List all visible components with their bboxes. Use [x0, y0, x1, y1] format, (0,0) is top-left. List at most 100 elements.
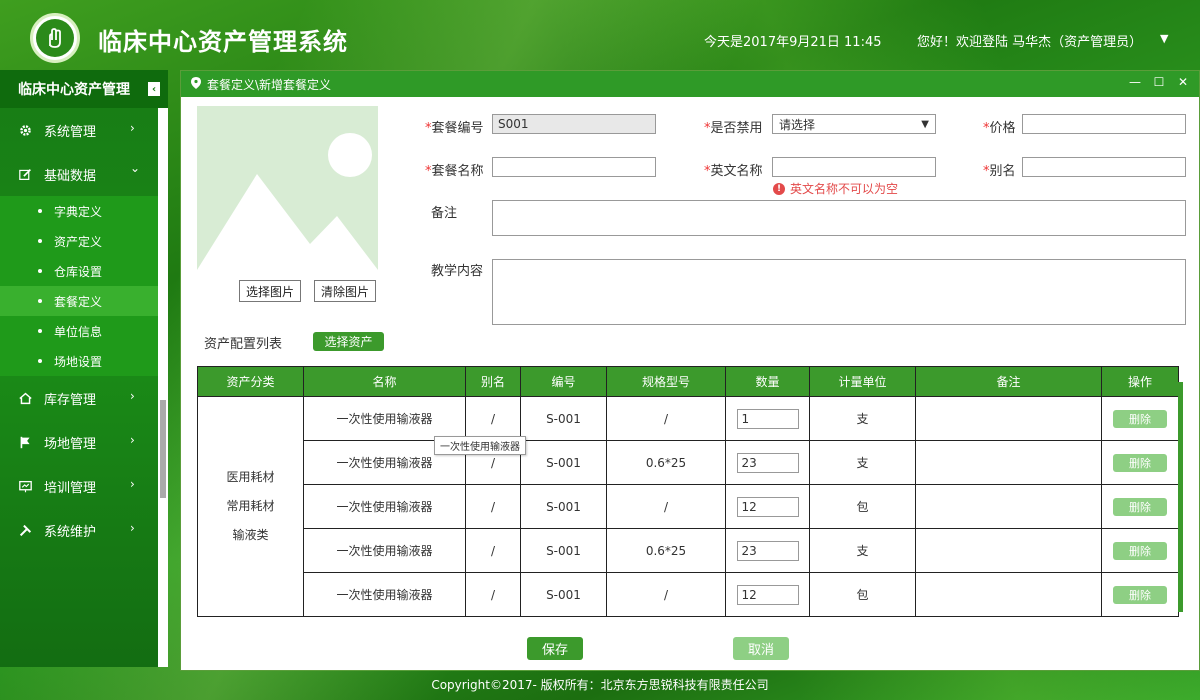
cell-name: 一次性使用输液器 — [303, 572, 466, 617]
quantity-input[interactable] — [736, 584, 799, 605]
disabled-status-select[interactable]: 请选择 ▼ — [772, 114, 936, 134]
cell-remark — [915, 484, 1102, 529]
col-header: 操作 — [1101, 366, 1179, 397]
clear-image-button[interactable]: 清除图片 — [314, 280, 377, 302]
base-data-submenu: 字典定义 资产定义 仓库设置 套餐定义 单位信息 场地设置 — [0, 196, 168, 376]
table-header-row: 资产分类 名称 别名 编号 规格型号 数量 计量单位 备注 操作 — [197, 366, 1179, 397]
cell-remark — [915, 440, 1102, 485]
cell-unit: 包 — [809, 484, 916, 529]
app-logo — [30, 13, 80, 63]
sidebar-item-venue-settings[interactable]: 场地设置 — [0, 346, 168, 376]
teaching-content-textarea[interactable] — [492, 259, 1186, 325]
top-header: 临床中心资产管理系统 今天是2017年9月21日 11:45 您好！欢迎登陆 马… — [0, 0, 1200, 70]
asset-config-label: 资产配置列表 — [204, 337, 283, 352]
asset-table-container: 资产分类 名称 别名 编号 规格型号 数量 计量单位 备注 操作 医用耗材 常用… — [197, 366, 1179, 617]
category-line: 医用耗材 — [226, 470, 275, 484]
delete-row-button[interactable]: 删除 — [1113, 409, 1167, 428]
cell-unit: 支 — [809, 440, 916, 485]
menu-item-base-data[interactable]: 基础数据 ⌄ — [0, 152, 168, 196]
chevron-right-icon: › — [130, 477, 135, 491]
image-placeholder — [197, 106, 378, 270]
cell-action: 删除 — [1101, 484, 1179, 529]
delete-row-button[interactable]: 删除 — [1113, 541, 1167, 560]
cell-alias: / — [465, 484, 521, 529]
user-menu-caret-icon[interactable]: ▼ — [1160, 32, 1168, 45]
presentation-icon — [18, 480, 32, 493]
cell-action: 删除 — [1101, 572, 1179, 617]
delete-row-button[interactable]: 删除 — [1113, 585, 1167, 604]
window-controls: — ☐ ✕ — [1129, 75, 1189, 89]
menu-item-training[interactable]: 培训管理 › — [0, 464, 168, 508]
cell-remark — [915, 528, 1102, 573]
sidebar-scrollbar[interactable] — [158, 108, 168, 667]
user-greeting[interactable]: 您好！欢迎登陆 马华杰（资产管理员） — [917, 31, 1142, 50]
english-name-label: *英文名称 — [704, 164, 763, 179]
cell-name: 一次性使用输液器 — [303, 396, 466, 441]
save-button[interactable]: 保存 — [527, 637, 583, 660]
package-name-input[interactable] — [492, 157, 656, 177]
package-code-input[interactable] — [492, 114, 656, 134]
minimize-icon[interactable]: — — [1129, 75, 1141, 89]
sidebar-item-dictionary[interactable]: 字典定义 — [0, 196, 168, 226]
menu-label: 基础数据 — [44, 168, 97, 184]
menu-item-maintenance[interactable]: 系统维护 › — [0, 508, 168, 552]
home-icon — [18, 392, 32, 405]
cell-remark — [915, 572, 1102, 617]
cell-spec: 0.6*25 — [606, 440, 726, 485]
chevron-right-icon: › — [130, 389, 135, 403]
chevron-right-icon: › — [130, 433, 135, 447]
table-row: 一次性使用输液器 / S-001 / 包 删除 — [198, 484, 1179, 529]
quantity-input[interactable] — [736, 408, 799, 429]
footer-copyright: Copyright©2017- 版权所有：北京东方思锐科技有限责任公司 — [431, 678, 769, 692]
sidebar-item-package-definition[interactable]: 套餐定义 — [0, 286, 168, 316]
error-icon: ! — [773, 182, 785, 195]
col-header: 数量 — [725, 366, 810, 397]
remark-textarea[interactable] — [492, 200, 1186, 236]
hand-logo-icon — [49, 28, 61, 48]
sidebar-item-asset-definition[interactable]: 资产定义 — [0, 226, 168, 256]
price-input[interactable] — [1022, 114, 1186, 134]
tools-icon — [18, 524, 32, 537]
alias-input[interactable] — [1022, 157, 1186, 177]
collapse-sidebar-icon[interactable]: ‹ — [148, 82, 160, 96]
sidebar-item-warehouse[interactable]: 仓库设置 — [0, 256, 168, 286]
asset-category-cell: 医用耗材 常用耗材 输液类 — [197, 396, 304, 617]
disabled-status-label: *是否禁用 — [704, 121, 763, 136]
table-row: 一次性使用输液器 / S-001 / 包 删除 — [198, 572, 1179, 617]
alias-label: *别名 — [983, 164, 1016, 179]
col-header: 计量单位 — [809, 366, 916, 397]
delete-row-button[interactable]: 删除 — [1113, 453, 1167, 472]
name-tooltip: 一次性使用输液器 — [434, 436, 526, 455]
cell-alias: / — [465, 572, 521, 617]
sidebar-scrollbar-thumb[interactable] — [160, 400, 166, 498]
col-header: 别名 — [465, 366, 521, 397]
maximize-icon[interactable]: ☐ — [1153, 75, 1165, 89]
cell-code: S-001 — [520, 396, 607, 441]
col-header: 名称 — [303, 366, 466, 397]
cell-action: 删除 — [1101, 396, 1179, 441]
sub-label: 仓库设置 — [54, 264, 103, 279]
table-row: 一次性使用输液器 / S-001 0.6*25 支 删除 — [198, 440, 1179, 485]
select-image-button[interactable]: 选择图片 — [239, 280, 302, 302]
delete-row-button[interactable]: 删除 — [1113, 497, 1167, 516]
menu-item-inventory[interactable]: 库存管理 › — [0, 376, 168, 420]
close-icon[interactable]: ✕ — [1177, 75, 1189, 89]
table-row: 一次性使用输液器 / S-001 0.6*25 支 删除 — [198, 528, 1179, 573]
sub-label: 场地设置 — [54, 354, 103, 369]
table-row: 医用耗材 常用耗材 输液类 一次性使用输液器 / S-001 / 支 删除 — [197, 396, 1179, 617]
cell-qty — [725, 396, 810, 441]
quantity-input[interactable] — [736, 452, 799, 473]
cancel-button[interactable]: 取消 — [733, 637, 789, 660]
sidebar-item-unit-info[interactable]: 单位信息 — [0, 316, 168, 346]
select-asset-button[interactable]: 选择资产 — [313, 332, 384, 351]
quantity-input[interactable] — [736, 540, 799, 561]
cell-spec: / — [606, 396, 726, 441]
menu-item-venue[interactable]: 场地管理 › — [0, 420, 168, 464]
quantity-input[interactable] — [736, 496, 799, 517]
chevron-right-icon: › — [130, 521, 135, 535]
cell-alias: / — [465, 396, 521, 441]
menu-item-system-management[interactable]: 系统管理 › — [0, 108, 168, 152]
sub-label: 字典定义 — [54, 204, 103, 219]
english-name-input[interactable] — [772, 157, 936, 177]
table-scrollbar[interactable] — [1178, 382, 1183, 612]
